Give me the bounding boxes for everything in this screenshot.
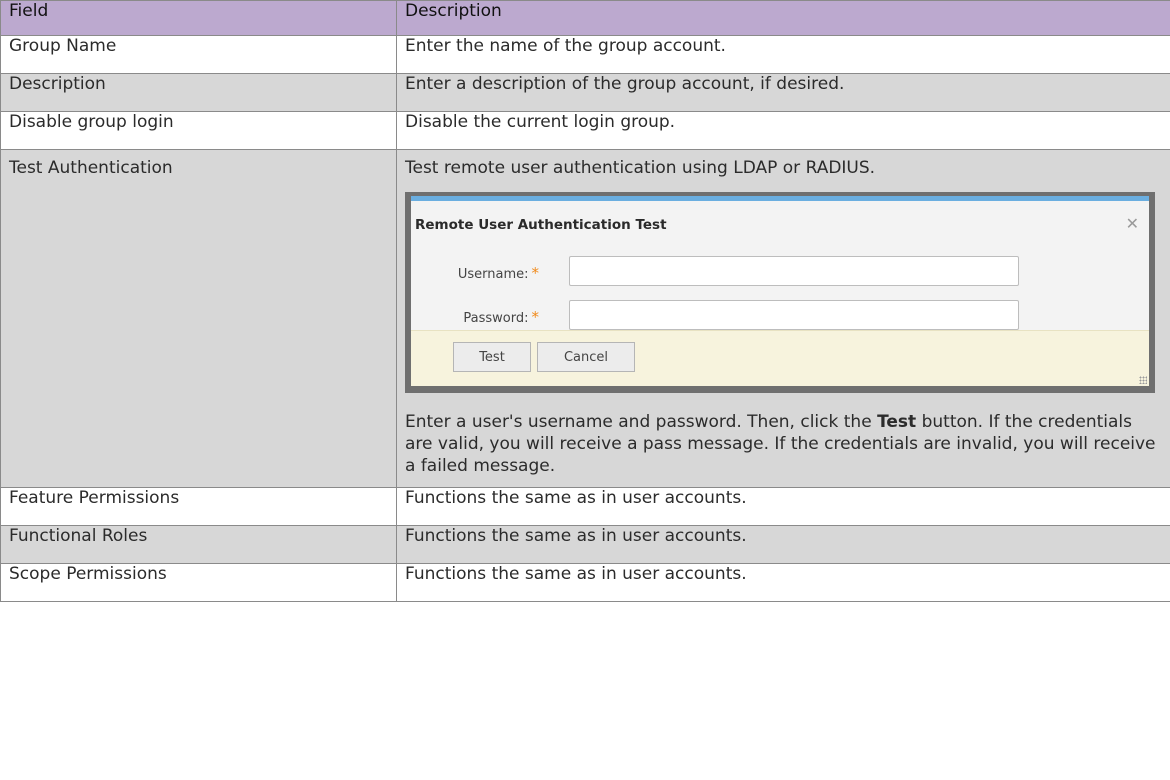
test-button[interactable]: Test	[453, 342, 531, 372]
field-cell: Group Name	[0, 35, 397, 74]
username-input[interactable]	[569, 256, 1019, 286]
field-cell: Disable group login	[0, 111, 397, 150]
cancel-button[interactable]: Cancel	[537, 342, 635, 372]
table-row: Group Name Enter the name of the group a…	[0, 35, 1170, 74]
description-cell: Enter the name of the group account.	[396, 35, 1170, 74]
remote-auth-test-dialog: Remote User Authentication Test ✕ Userna…	[411, 196, 1149, 386]
description-cell: Functions the same as in user accounts.	[396, 487, 1170, 526]
table-header-row: Field Description	[0, 0, 1170, 36]
description-cell: Test remote user authentication using LD…	[396, 149, 1170, 488]
note-text-bold: Test	[877, 412, 917, 432]
field-cell: Description	[0, 73, 397, 112]
table-row: Feature Permissions Functions the same a…	[0, 487, 1170, 526]
table-row: Disable group login Disable the current …	[0, 111, 1170, 150]
field-cell: Functional Roles	[0, 525, 397, 564]
description-cell: Disable the current login group.	[396, 111, 1170, 150]
dialog-screenshot: Remote User Authentication Test ✕ Userna…	[405, 192, 1155, 393]
table-row-test-authentication: Test Authentication Test remote user aut…	[0, 149, 1170, 488]
username-row: Username: *	[411, 256, 1149, 288]
resize-grip-icon[interactable]	[1139, 376, 1147, 384]
field-cell: Feature Permissions	[0, 487, 397, 526]
field-cell: Test Authentication	[0, 149, 397, 488]
password-label-text: Password:	[463, 311, 529, 326]
required-star-icon: *	[531, 308, 540, 326]
username-label-text: Username:	[457, 267, 529, 282]
password-label: Password: *	[463, 308, 539, 326]
test-authentication-note: Enter a user's username and password. Th…	[405, 411, 1162, 477]
description-cell: Functions the same as in user accounts.	[396, 525, 1170, 564]
table-row: Description Enter a description of the g…	[0, 73, 1170, 112]
table-row: Scope Permissions Functions the same as …	[0, 563, 1170, 602]
close-icon[interactable]: ✕	[1126, 214, 1139, 233]
column-header-description: Description	[396, 0, 1170, 36]
description-cell: Functions the same as in user accounts.	[396, 563, 1170, 602]
dialog-title: Remote User Authentication Test	[415, 217, 667, 233]
dialog-footer: Test Cancel	[411, 330, 1149, 386]
field-cell: Scope Permissions	[0, 563, 397, 602]
password-input[interactable]	[569, 300, 1019, 330]
note-text-before: Enter a user's username and password. Th…	[405, 412, 878, 432]
description-text: Test remote user authentication using LD…	[405, 158, 876, 178]
required-star-icon: *	[531, 264, 540, 282]
field-description-table: Field Description Group Name Enter the n…	[0, 0, 1170, 602]
username-label: Username: *	[458, 264, 539, 282]
column-header-field: Field	[0, 0, 397, 36]
password-row: Password: *	[411, 300, 1149, 332]
table-row: Functional Roles Functions the same as i…	[0, 525, 1170, 564]
description-cell: Enter a description of the group account…	[396, 73, 1170, 112]
